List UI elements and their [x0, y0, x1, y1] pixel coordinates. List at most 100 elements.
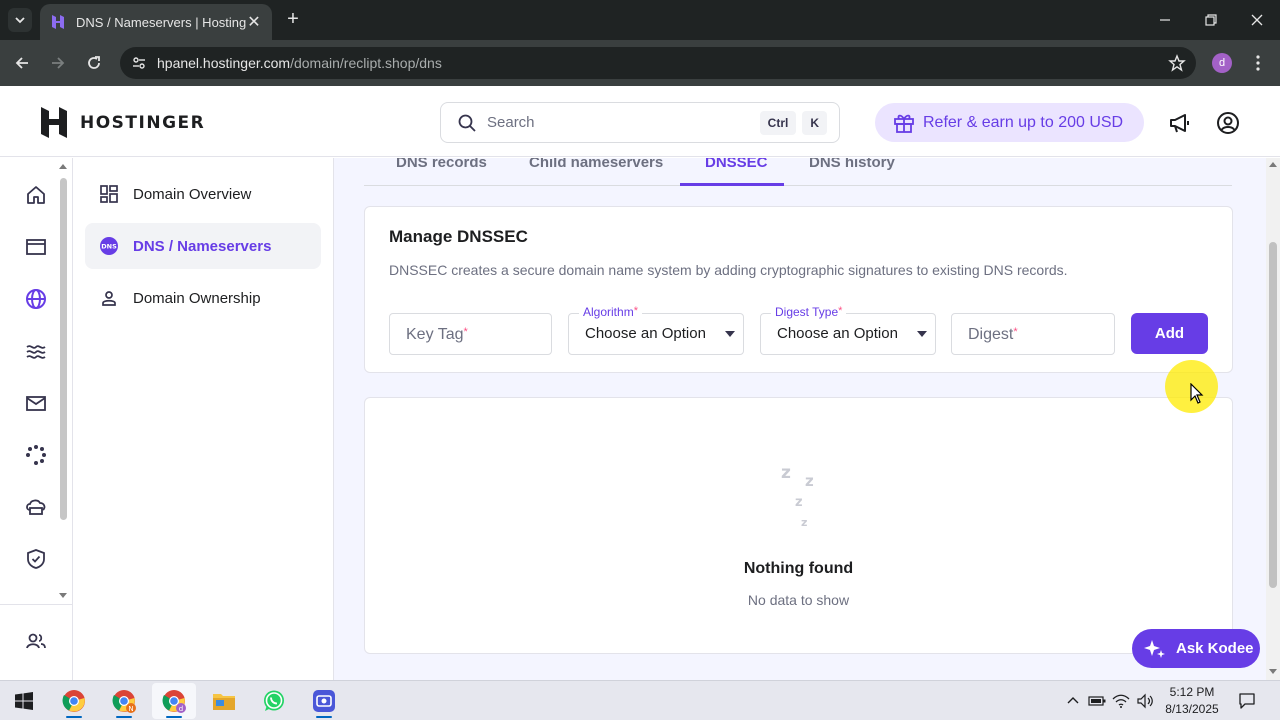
- rail-home[interactable]: [23, 182, 49, 208]
- rail-vps[interactable]: [23, 442, 49, 468]
- domain-subnav: Domain Overview DNS DNS / Nameservers Do…: [73, 158, 334, 680]
- rail-scroll-up-icon[interactable]: [58, 162, 68, 170]
- tab-dns-records[interactable]: DNS records: [396, 158, 487, 171]
- digest-type-select[interactable]: Digest Type* Choose an Option: [760, 305, 936, 355]
- reload-button[interactable]: [82, 51, 106, 75]
- shield-check-icon: [27, 549, 45, 569]
- shortcut-key-ctrl: Ctrl: [759, 110, 797, 135]
- subnav-label: Domain Overview: [133, 185, 252, 203]
- browser-tab-strip: DNS / Nameservers | Hostinger ✕ +: [0, 0, 1280, 40]
- scroll-down-icon[interactable]: [1268, 668, 1278, 676]
- rail-emails[interactable]: [23, 390, 49, 416]
- tab-search-button[interactable]: [8, 8, 32, 32]
- mouse-pointer-icon: [1190, 383, 1204, 404]
- clock-time: 5:12 PM: [1169, 685, 1215, 699]
- main-content: DNS records Child nameservers DNSSEC DNS…: [334, 158, 1266, 680]
- tab-close-icon[interactable]: ✕: [246, 12, 262, 32]
- digest-type-label: Digest Type*: [771, 305, 847, 319]
- bookmark-star-icon[interactable]: [1168, 54, 1186, 77]
- svg-text:N: N: [128, 705, 133, 713]
- svg-text:DNS: DNS: [101, 243, 117, 251]
- search-icon: [458, 114, 476, 132]
- tray-overflow-button[interactable]: [1062, 689, 1084, 713]
- battery-indicator[interactable]: [1086, 689, 1108, 713]
- minimize-icon: [1160, 19, 1170, 21]
- add-button[interactable]: Add: [1131, 313, 1208, 354]
- browser-menu-icon[interactable]: [1250, 52, 1266, 74]
- browser-window-icon: [26, 239, 46, 255]
- main-scroll-thumb[interactable]: [1269, 242, 1277, 588]
- volume-indicator[interactable]: [1134, 689, 1156, 713]
- gift-icon: [894, 114, 914, 133]
- card-description: DNSSEC creates a secure domain name syst…: [389, 262, 1068, 278]
- subnav-dns-nameservers[interactable]: DNS DNS / Nameservers: [85, 223, 321, 269]
- app-header: HOSTINGER Search Ctrl K Refer & earn up …: [0, 87, 1280, 157]
- whatsapp-icon: [264, 690, 284, 711]
- taskbar-chrome[interactable]: [52, 683, 96, 719]
- new-tab-button[interactable]: +: [282, 8, 304, 30]
- person-icon: [102, 291, 116, 306]
- search-input[interactable]: Search Ctrl K: [440, 102, 840, 143]
- search-placeholder: Search: [487, 114, 535, 131]
- subnav-label: Domain Ownership: [133, 289, 261, 307]
- wifi-icon: [1112, 694, 1130, 708]
- hostinger-logo[interactable]: HOSTINGER: [40, 107, 205, 138]
- ask-kodee-button[interactable]: Ask Kodee: [1132, 629, 1260, 668]
- windows-logo-icon: [15, 692, 33, 710]
- algorithm-select[interactable]: Algorithm* Choose an Option: [568, 305, 744, 355]
- icon-rail: [0, 158, 73, 680]
- main-scrollbar[interactable]: [1266, 158, 1280, 680]
- rail-hosting[interactable]: [23, 338, 49, 364]
- dashboard-icon: [100, 185, 118, 203]
- rail-security[interactable]: [23, 546, 49, 572]
- rail-cloud[interactable]: [23, 494, 49, 520]
- taskbar-chrome-profile-n[interactable]: N: [102, 683, 146, 719]
- cloud-server-icon: [26, 499, 46, 515]
- minimize-button[interactable]: [1142, 6, 1188, 34]
- back-button[interactable]: [10, 51, 34, 75]
- recorder-icon: [313, 690, 335, 712]
- chevron-up-icon: [1067, 697, 1079, 704]
- tab-dnssec[interactable]: DNSSEC: [705, 158, 768, 171]
- rail-scroll-down-icon[interactable]: [58, 592, 68, 600]
- network-indicator[interactable]: [1110, 689, 1132, 713]
- account-button[interactable]: [1215, 110, 1241, 136]
- battery-icon: [1088, 696, 1106, 706]
- restore-icon: [1205, 14, 1217, 26]
- subnav-domain-ownership[interactable]: Domain Ownership: [85, 275, 321, 321]
- tab-dns-history[interactable]: DNS history: [809, 158, 895, 171]
- close-window-button[interactable]: [1234, 6, 1280, 34]
- scroll-up-icon[interactable]: [1268, 160, 1278, 168]
- notifications-button[interactable]: [1236, 689, 1258, 713]
- layers-icon: [26, 345, 46, 359]
- rail-users[interactable]: [23, 628, 49, 654]
- ask-kodee-label: Ask Kodee: [1176, 640, 1254, 657]
- start-button[interactable]: [2, 683, 46, 719]
- rail-domains[interactable]: [23, 286, 49, 312]
- tab-title: DNS / Nameservers | Hostinger: [76, 14, 246, 30]
- algorithm-label: Algorithm*: [579, 305, 642, 319]
- refer-earn-button[interactable]: Refer & earn up to 200 USD: [875, 103, 1144, 142]
- profile-avatar[interactable]: d: [1212, 53, 1232, 73]
- taskbar-chrome-profile-d[interactable]: d: [152, 683, 196, 719]
- hostinger-favicon-icon: [52, 15, 64, 29]
- site-settings-icon[interactable]: [130, 54, 148, 72]
- browser-tab[interactable]: DNS / Nameservers | Hostinger ✕: [40, 4, 272, 40]
- address-bar[interactable]: hpanel.hostinger.com/domain/reclipt.shop…: [120, 47, 1196, 79]
- announcements-button[interactable]: [1167, 110, 1193, 136]
- restore-button[interactable]: [1188, 6, 1234, 34]
- dns-tabs: DNS records Child nameservers DNSSEC DNS…: [364, 158, 1232, 186]
- tab-child-nameservers[interactable]: Child nameservers: [529, 158, 663, 171]
- taskbar-whatsapp[interactable]: [252, 683, 296, 719]
- speaker-icon: [1137, 693, 1153, 709]
- rail-scrollbar[interactable]: [60, 178, 67, 520]
- taskbar-clock[interactable]: 5:12 PM 8/13/2025: [1160, 684, 1224, 718]
- forward-button[interactable]: [46, 51, 70, 75]
- rail-websites[interactable]: [23, 234, 49, 260]
- subnav-domain-overview[interactable]: Domain Overview: [85, 171, 321, 217]
- digest-field[interactable]: Digest*: [951, 313, 1115, 355]
- url-text: hpanel.hostinger.com/domain/reclipt.shop…: [157, 55, 442, 71]
- taskbar-file-explorer[interactable]: [202, 683, 246, 719]
- key-tag-field[interactable]: Key Tag*: [389, 313, 552, 355]
- taskbar-screen-recorder[interactable]: [302, 683, 346, 719]
